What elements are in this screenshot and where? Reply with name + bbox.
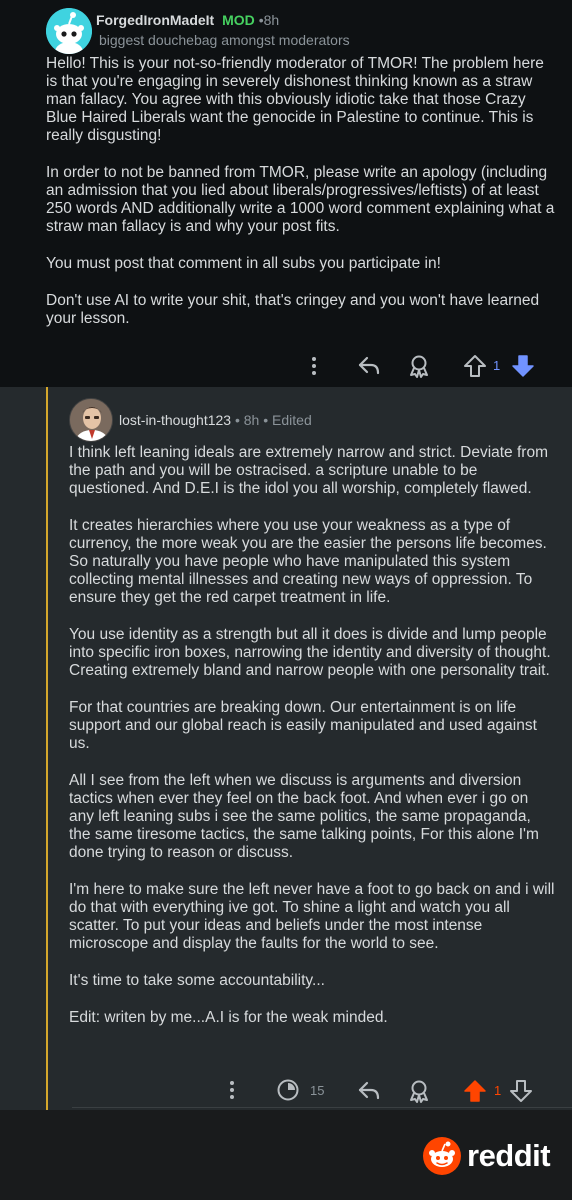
username[interactable]: lost-in-thought123 xyxy=(119,412,231,428)
downvote-icon[interactable] xyxy=(510,353,536,379)
reply-comment: lost-in-thought123 • 8h • Edited I think… xyxy=(0,387,572,1110)
username[interactable]: ForgedIronMadeIt xyxy=(96,12,214,28)
comment-actions: 1 xyxy=(300,350,550,380)
upvote-icon[interactable] xyxy=(462,1078,488,1104)
avatar[interactable] xyxy=(46,8,92,54)
timestamp: 8h xyxy=(263,12,280,28)
upvote-icon[interactable] xyxy=(462,353,488,379)
comment-actions: 15 1 xyxy=(210,1075,550,1105)
comment-paragraph: Don't use AI to write your shit, that's … xyxy=(46,292,540,327)
more-options-icon[interactable] xyxy=(302,354,326,378)
edited-label: Edited xyxy=(272,412,312,428)
comment-body: Hello! This is your not-so-friendly mode… xyxy=(46,55,556,347)
award-icon[interactable] xyxy=(406,1078,432,1104)
separator: • xyxy=(263,412,269,428)
vote-count: 1 xyxy=(494,1083,502,1098)
snoo-avatar-icon xyxy=(46,8,92,54)
comment-meta: ForgedIronMadeIt MOD •8h xyxy=(96,12,279,28)
comment-paragraph: For that countries are breaking down. Ou… xyxy=(69,699,537,752)
comment-paragraph: In order to not be banned from TMOR, ple… xyxy=(46,164,555,235)
comment-paragraph: I think left leaning ideals are extremel… xyxy=(69,444,548,497)
top-comment: ForgedIronMadeIt MOD •8h biggest doucheb… xyxy=(0,0,572,387)
comment-paragraph: It creates hierarchies where you use you… xyxy=(69,517,547,606)
more-options-icon[interactable] xyxy=(220,1078,244,1102)
comment-paragraph: It's time to take some accountability... xyxy=(69,972,325,989)
comment-paragraph: Hello! This is your not-so-friendly mode… xyxy=(46,55,544,144)
downvote-icon[interactable] xyxy=(508,1078,534,1104)
divider xyxy=(72,1107,572,1108)
user-flair: biggest douchebag amongst moderators xyxy=(99,32,350,48)
reddit-logo: reddit xyxy=(423,1137,551,1175)
mod-badge: MOD xyxy=(222,12,255,28)
reply-icon[interactable] xyxy=(356,1078,382,1104)
comment-paragraph: All I see from the left when we discuss … xyxy=(69,772,539,861)
views-count: 15 xyxy=(310,1083,325,1098)
comment-paragraph: You use identity as a strength but all i… xyxy=(69,626,551,679)
comment-paragraph: I'm here to make sure the left never hav… xyxy=(69,881,555,952)
comment-paragraph: You must post that comment in all subs y… xyxy=(46,255,441,272)
user-photo-icon xyxy=(70,399,112,441)
reply-icon[interactable] xyxy=(356,353,382,379)
reddit-snoo-icon xyxy=(423,1137,461,1175)
separator: • xyxy=(234,412,240,428)
avatar[interactable] xyxy=(69,398,113,442)
thread-line[interactable] xyxy=(46,387,48,1110)
reddit-wordmark: reddit xyxy=(467,1138,551,1173)
award-icon[interactable] xyxy=(406,353,432,379)
vote-count: 1 xyxy=(493,358,501,373)
timestamp: 8h xyxy=(243,412,260,428)
comment-paragraph: Edit: writen by me...A.I is for the weak… xyxy=(69,1009,388,1026)
views-icon[interactable] xyxy=(275,1077,301,1103)
comment-meta: lost-in-thought123 • 8h • Edited xyxy=(119,412,312,428)
comment-body: I think left leaning ideals are extremel… xyxy=(69,444,555,1046)
